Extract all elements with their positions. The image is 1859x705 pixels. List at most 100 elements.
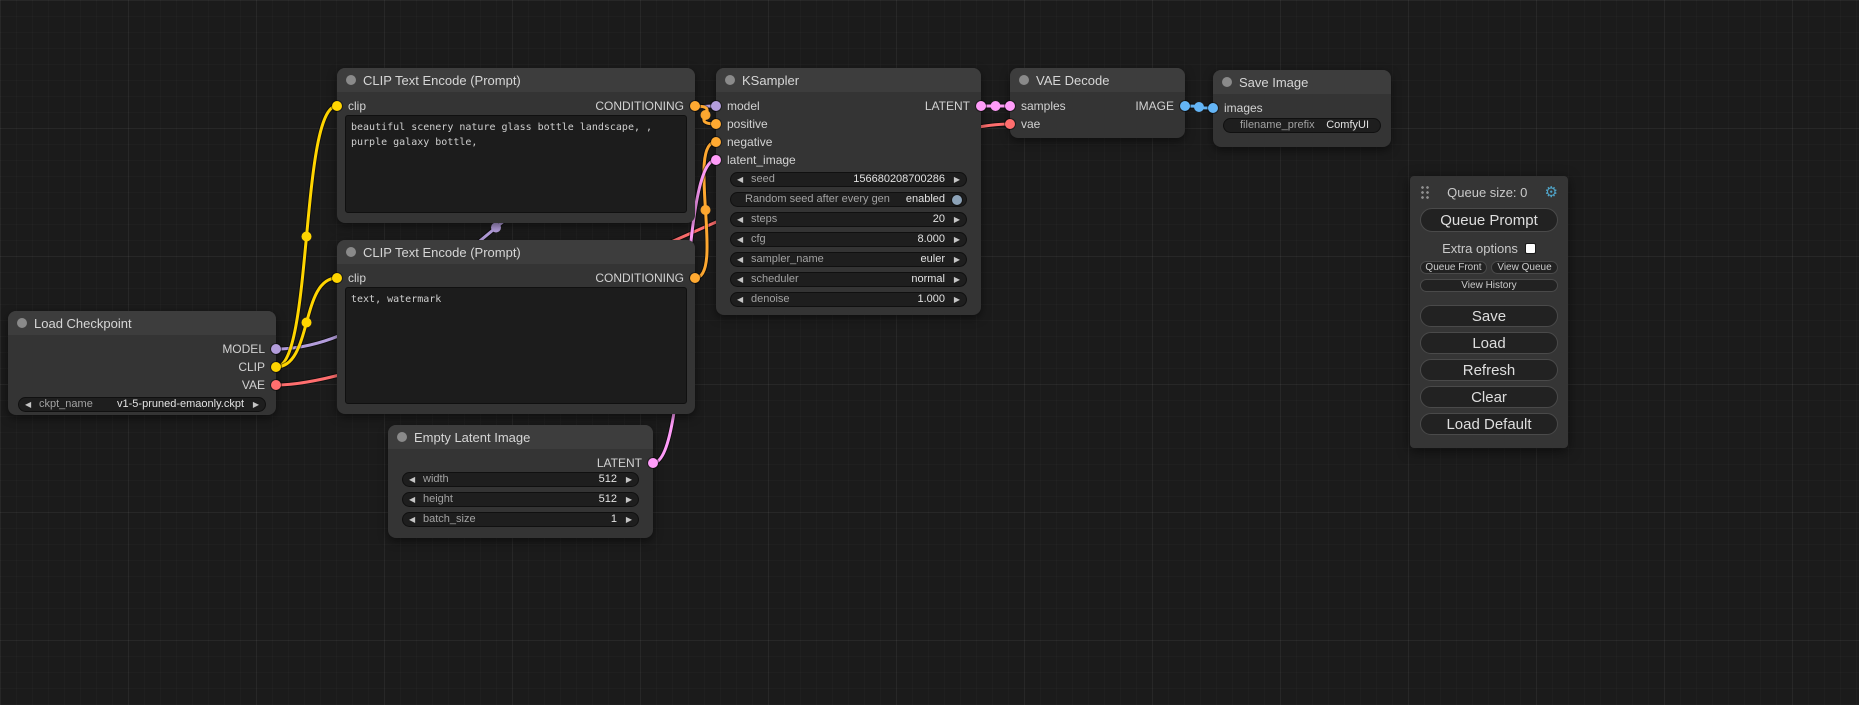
- node-title-bar[interactable]: CLIP Text Encode (Prompt): [337, 240, 695, 264]
- queue-front-button[interactable]: Queue Front: [1420, 261, 1487, 274]
- stepper-left-icon[interactable]: ◀: [737, 233, 747, 246]
- widget-batch-size[interactable]: ◀ batch_size 1 ▶: [402, 512, 639, 527]
- node-save-image[interactable]: Save Image images filename_prefix ComfyU…: [1213, 70, 1391, 147]
- samples-input-port[interactable]: [1005, 101, 1015, 111]
- negative-input-port[interactable]: [711, 137, 721, 147]
- collapse-dot-icon[interactable]: [1019, 75, 1029, 85]
- stepper-right-icon[interactable]: ▶: [622, 513, 632, 526]
- widget-sampler-name[interactable]: ◀ sampler_name euler ▶: [730, 252, 967, 267]
- collapse-dot-icon[interactable]: [397, 432, 407, 442]
- stepper-left-icon[interactable]: ◀: [25, 398, 35, 411]
- queue-prompt-button[interactable]: Queue Prompt: [1420, 208, 1558, 232]
- output-label-image: IMAGE: [1135, 99, 1174, 113]
- node-title-bar[interactable]: Load Checkpoint: [8, 311, 276, 335]
- stepper-right-icon[interactable]: ▶: [950, 273, 960, 286]
- widget-random-seed-toggle[interactable]: Random seed after every gen enabled: [730, 192, 967, 207]
- stepper-right-icon[interactable]: ▶: [950, 233, 960, 246]
- menu-drag-handle-icon[interactable]: [1420, 185, 1430, 200]
- widget-denoise[interactable]: ◀ denoise 1.000 ▶: [730, 292, 967, 307]
- extra-options-checkbox[interactable]: [1525, 243, 1536, 254]
- image-output-port[interactable]: [1180, 101, 1190, 111]
- node-title-bar[interactable]: CLIP Text Encode (Prompt): [337, 68, 695, 92]
- stepper-right-icon[interactable]: ▶: [950, 293, 960, 306]
- model-input-port[interactable]: [711, 101, 721, 111]
- stepper-right-icon[interactable]: ▶: [622, 493, 632, 506]
- stepper-left-icon[interactable]: ◀: [737, 253, 747, 266]
- node-title-bar[interactable]: Empty Latent Image: [388, 425, 653, 449]
- widget-seed[interactable]: ◀ seed 156680208700286 ▶: [730, 172, 967, 187]
- widget-width[interactable]: ◀ width 512 ▶: [402, 472, 639, 487]
- vae-output-port[interactable]: [271, 380, 281, 390]
- stepper-left-icon[interactable]: ◀: [737, 213, 747, 226]
- widget-filename-prefix[interactable]: filename_prefix ComfyUI: [1223, 118, 1381, 133]
- extra-options-label: Extra options: [1442, 241, 1518, 256]
- prompt-text-area[interactable]: text, watermark: [345, 287, 687, 404]
- settings-gear-icon[interactable]: ⚙: [1545, 185, 1558, 200]
- conditioning-output-port[interactable]: [690, 273, 700, 283]
- toggle-knob-icon[interactable]: [952, 195, 962, 205]
- clip-output-port[interactable]: [271, 362, 281, 372]
- stepper-right-icon[interactable]: ▶: [249, 398, 259, 411]
- widget-ckpt-name[interactable]: ◀ ckpt_name v1-5-pruned-emaonly.ckpt ▶: [18, 397, 266, 412]
- output-label-conditioning: CONDITIONING: [595, 99, 684, 113]
- view-queue-button[interactable]: View Queue: [1491, 261, 1558, 274]
- collapse-dot-icon[interactable]: [17, 318, 27, 328]
- queue-menu-panel[interactable]: Queue size: 0 ⚙ Queue Prompt Extra optio…: [1410, 176, 1568, 448]
- refresh-button[interactable]: Refresh: [1420, 359, 1558, 381]
- load-button[interactable]: Load: [1420, 332, 1558, 354]
- graph-canvas[interactable]: Load Checkpoint MODEL CLIP VAE ◀ ckpt_na…: [0, 0, 1859, 705]
- clip-input-port[interactable]: [332, 273, 342, 283]
- stepper-left-icon[interactable]: ◀: [409, 493, 419, 506]
- widget-cfg[interactable]: ◀ cfg 8.000 ▶: [730, 232, 967, 247]
- images-input-port[interactable]: [1208, 103, 1218, 113]
- node-clip-text-encode-negative[interactable]: CLIP Text Encode (Prompt) clip CONDITION…: [337, 240, 695, 414]
- node-load-checkpoint[interactable]: Load Checkpoint MODEL CLIP VAE ◀ ckpt_na…: [8, 311, 276, 415]
- slot-row: model LATENT: [716, 97, 981, 115]
- clear-button[interactable]: Clear: [1420, 386, 1558, 408]
- node-title: KSampler: [742, 73, 799, 88]
- collapse-dot-icon[interactable]: [346, 247, 356, 257]
- latent-output-port[interactable]: [976, 101, 986, 111]
- stepper-right-icon[interactable]: ▶: [950, 213, 960, 226]
- collapse-dot-icon[interactable]: [1222, 77, 1232, 87]
- node-title: VAE Decode: [1036, 73, 1109, 88]
- collapse-dot-icon[interactable]: [346, 75, 356, 85]
- prompt-text-area[interactable]: beautiful scenery nature glass bottle la…: [345, 115, 687, 213]
- conditioning-output-port[interactable]: [690, 101, 700, 111]
- stepper-left-icon[interactable]: ◀: [409, 473, 419, 486]
- output-label-latent: LATENT: [925, 99, 970, 113]
- stepper-right-icon[interactable]: ▶: [950, 173, 960, 186]
- widget-value: 512: [599, 493, 617, 506]
- slot-row: positive: [716, 115, 981, 133]
- vae-input-port[interactable]: [1005, 119, 1015, 129]
- load-default-button[interactable]: Load Default: [1420, 413, 1558, 435]
- extra-options-row: Extra options: [1420, 241, 1558, 256]
- stepper-left-icon[interactable]: ◀: [409, 513, 419, 526]
- node-clip-text-encode-positive[interactable]: CLIP Text Encode (Prompt) clip CONDITION…: [337, 68, 695, 223]
- node-title-bar[interactable]: VAE Decode: [1010, 68, 1185, 92]
- output-label-vae: VAE: [242, 378, 265, 392]
- latent-output-port[interactable]: [648, 458, 658, 468]
- collapse-dot-icon[interactable]: [725, 75, 735, 85]
- widget-label: batch_size: [423, 513, 476, 526]
- widget-steps[interactable]: ◀ steps 20 ▶: [730, 212, 967, 227]
- widget-scheduler[interactable]: ◀ scheduler normal ▶: [730, 272, 967, 287]
- view-history-button[interactable]: View History: [1420, 279, 1558, 292]
- node-title-bar[interactable]: Save Image: [1213, 70, 1391, 94]
- stepper-left-icon[interactable]: ◀: [737, 173, 747, 186]
- node-vae-decode[interactable]: VAE Decode samples IMAGE vae: [1010, 68, 1185, 138]
- stepper-right-icon[interactable]: ▶: [622, 473, 632, 486]
- clip-input-port[interactable]: [332, 101, 342, 111]
- save-button[interactable]: Save: [1420, 305, 1558, 327]
- node-empty-latent-image[interactable]: Empty Latent Image LATENT ◀ width 512 ▶ …: [388, 425, 653, 538]
- model-output-port[interactable]: [271, 344, 281, 354]
- latent-image-input-port[interactable]: [711, 155, 721, 165]
- stepper-right-icon[interactable]: ▶: [950, 253, 960, 266]
- widget-height[interactable]: ◀ height 512 ▶: [402, 492, 639, 507]
- node-title-bar[interactable]: KSampler: [716, 68, 981, 92]
- input-label-negative: negative: [727, 135, 772, 149]
- stepper-left-icon[interactable]: ◀: [737, 293, 747, 306]
- node-ksampler[interactable]: KSampler model LATENT positive negative …: [716, 68, 981, 315]
- stepper-left-icon[interactable]: ◀: [737, 273, 747, 286]
- positive-input-port[interactable]: [711, 119, 721, 129]
